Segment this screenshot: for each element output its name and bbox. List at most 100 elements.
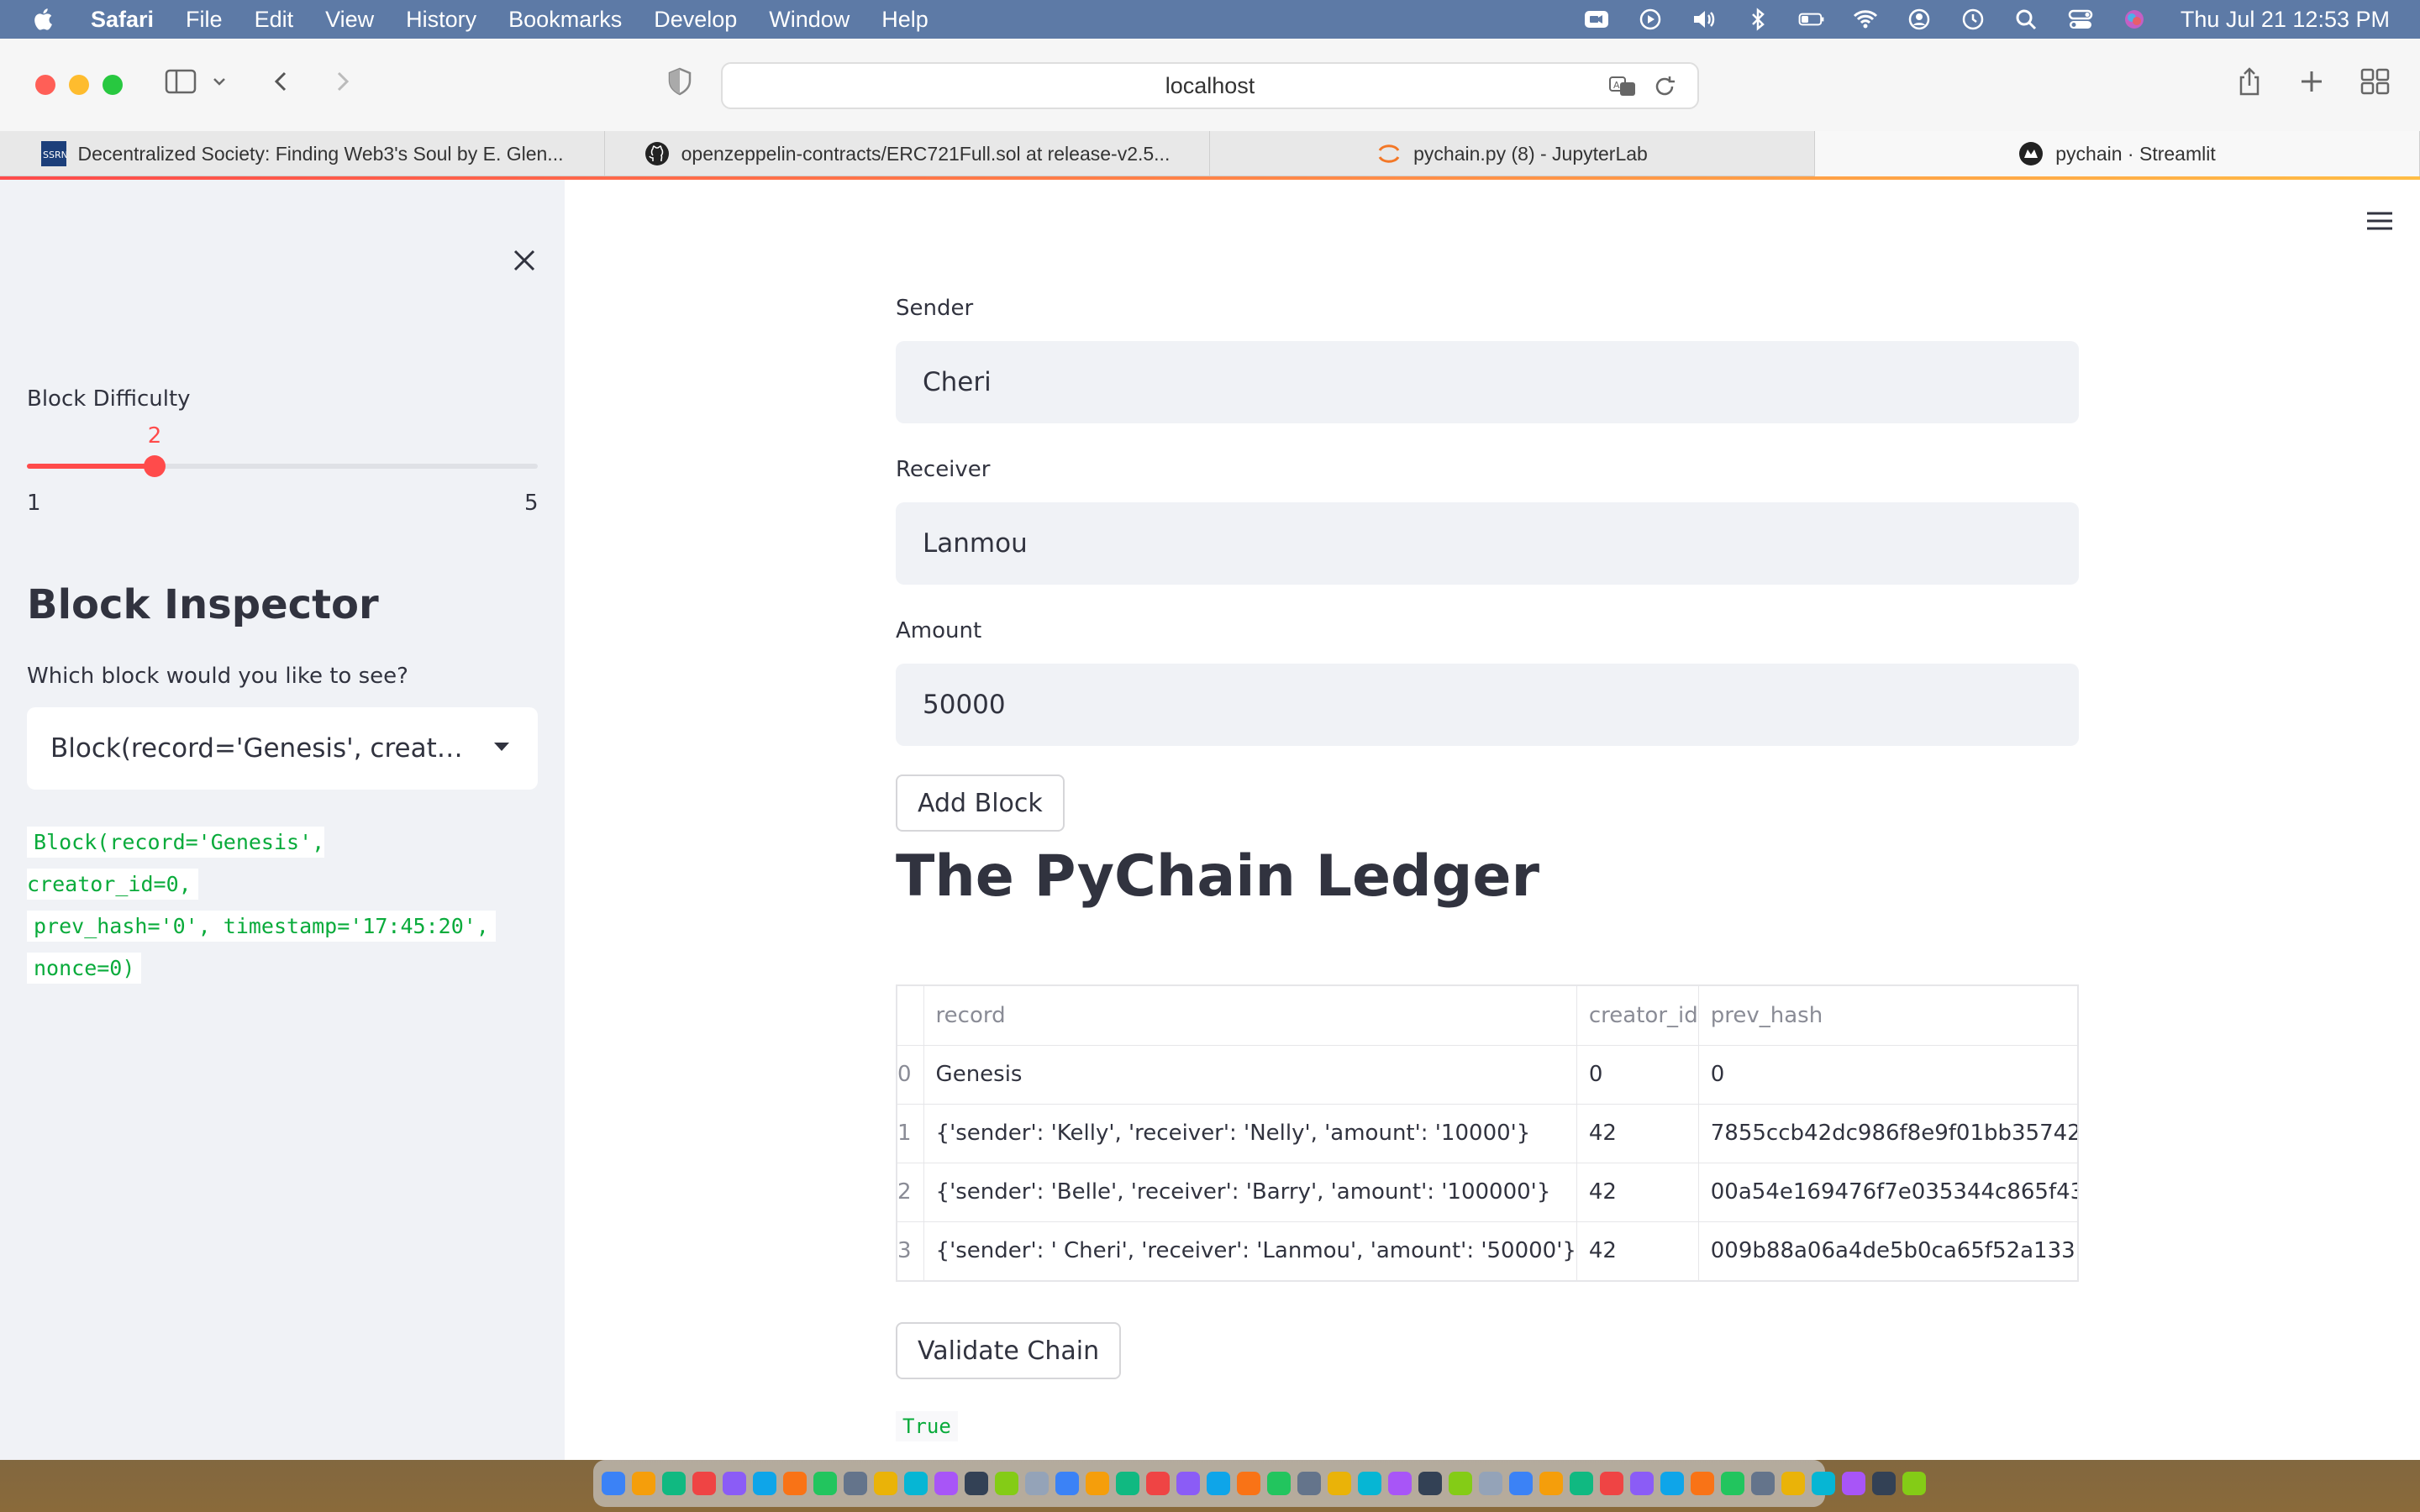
record-cell[interactable]: {'sender': 'Kelly', 'receiver': 'Nelly',… xyxy=(923,1104,1577,1163)
dock-app-icon[interactable] xyxy=(662,1472,686,1495)
menu-history[interactable]: History xyxy=(406,7,476,33)
menu-help[interactable]: Help xyxy=(881,7,929,33)
menu-edit[interactable]: Edit xyxy=(255,7,294,33)
back-arrow-icon[interactable] xyxy=(262,62,301,101)
hamburger-menu-icon[interactable] xyxy=(2365,208,2395,234)
menu-window[interactable]: Window xyxy=(769,7,850,33)
dock-app-icon[interactable] xyxy=(1146,1472,1170,1495)
creator-id-cell[interactable]: 42 xyxy=(1576,1104,1699,1163)
dock-app-icon[interactable] xyxy=(1267,1472,1291,1495)
zoom-icon[interactable] xyxy=(1582,7,1611,32)
user-account-icon[interactable] xyxy=(1905,7,1933,32)
menubar-clock[interactable]: Thu Jul 21 12:53 PM xyxy=(2181,7,2390,33)
creator-id-cell[interactable]: 42 xyxy=(1576,1221,1699,1280)
record-cell[interactable]: {'sender': ' Cheri', 'receiver': 'Lanmou… xyxy=(923,1221,1577,1280)
dock-app-icon[interactable] xyxy=(1660,1472,1684,1495)
column-header-record[interactable]: record xyxy=(923,986,1577,1046)
minimize-window-button[interactable] xyxy=(69,75,89,95)
share-icon[interactable] xyxy=(2230,62,2269,101)
dock-app-icon[interactable] xyxy=(1751,1472,1775,1495)
tab-streamlit[interactable]: pychain · Streamlit xyxy=(1815,131,2420,176)
bluetooth-icon[interactable] xyxy=(1744,7,1772,32)
record-cell[interactable]: {'sender': 'Belle', 'receiver': 'Barry',… xyxy=(923,1163,1577,1222)
dock-app-icon[interactable] xyxy=(753,1472,776,1495)
dock-app-icon[interactable] xyxy=(1479,1472,1502,1495)
dock-app-icon[interactable] xyxy=(1600,1472,1623,1495)
dock-app-icon[interactable] xyxy=(934,1472,958,1495)
dock-app-icon[interactable] xyxy=(1570,1472,1593,1495)
ledger-table[interactable]: record creator_id prev_hash 0 Genesis 0 … xyxy=(896,984,2079,1282)
slider-thumb[interactable] xyxy=(144,455,166,477)
chevron-down-icon[interactable] xyxy=(207,62,232,101)
dock-app-icon[interactable] xyxy=(1086,1472,1109,1495)
volume-icon[interactable] xyxy=(1690,7,1718,32)
dock-app-icon[interactable] xyxy=(995,1472,1018,1495)
dock-app-icon[interactable] xyxy=(965,1472,988,1495)
dock-app-icon[interactable] xyxy=(1328,1472,1351,1495)
dock-app-icon[interactable] xyxy=(904,1472,928,1495)
zoom-window-button[interactable] xyxy=(103,75,123,95)
record-cell[interactable]: Genesis xyxy=(923,1045,1577,1105)
dock-app-icon[interactable] xyxy=(1297,1472,1321,1495)
add-block-button[interactable]: Add Block xyxy=(896,774,1065,832)
dock-app-icon[interactable] xyxy=(844,1472,867,1495)
dock-app-icon[interactable] xyxy=(1509,1472,1533,1495)
dock-app-icon[interactable] xyxy=(813,1472,837,1495)
tab-openzeppelin[interactable]: openzeppelin-contracts/ERC721Full.sol at… xyxy=(605,131,1210,176)
dock-app-icon[interactable] xyxy=(1842,1472,1865,1495)
dock-app-icon[interactable] xyxy=(1237,1472,1260,1495)
tab-jupyterlab[interactable]: pychain.py (8) - JupyterLab xyxy=(1210,131,1815,176)
column-header-prev-hash[interactable]: prev_hash xyxy=(1698,986,2077,1046)
menu-bookmarks[interactable]: Bookmarks xyxy=(508,7,622,33)
dock-app-icon[interactable] xyxy=(1872,1472,1896,1495)
dock-app-icon[interactable] xyxy=(1449,1472,1472,1495)
dock-app-icon[interactable] xyxy=(1207,1472,1230,1495)
address-bar[interactable]: localhost A xyxy=(721,62,1699,109)
spotlight-search-icon[interactable] xyxy=(2012,7,2041,32)
forward-arrow-icon[interactable] xyxy=(323,62,361,101)
creator-id-cell[interactable]: 0 xyxy=(1576,1045,1699,1105)
dock-app-icon[interactable] xyxy=(1691,1472,1714,1495)
prev-hash-cell[interactable]: 0 xyxy=(1698,1045,2077,1105)
tab-decentralized-society[interactable]: SSRN Decentralized Society: Finding Web3… xyxy=(0,131,605,176)
prev-hash-cell[interactable]: 7855ccb42dc986f8e9f01bb357425d9e0e xyxy=(1698,1104,2077,1163)
validate-chain-button[interactable]: Validate Chain xyxy=(896,1322,1122,1379)
dock-app-icon[interactable] xyxy=(1388,1472,1412,1495)
close-sidebar-icon[interactable] xyxy=(508,244,541,277)
dock-app-icon[interactable] xyxy=(1539,1472,1563,1495)
tab-overview-icon[interactable] xyxy=(2356,62,2395,101)
play-icon[interactable] xyxy=(1636,7,1665,32)
menu-view[interactable]: View xyxy=(325,7,374,33)
dock-app-icon[interactable] xyxy=(632,1472,655,1495)
dock-app-icon[interactable] xyxy=(1176,1472,1200,1495)
dock-app-icon[interactable] xyxy=(692,1472,716,1495)
sender-input[interactable] xyxy=(896,341,2079,423)
dock-app-icon[interactable] xyxy=(1812,1472,1835,1495)
dock-app-icon[interactable] xyxy=(783,1472,807,1495)
dock-app-icon[interactable] xyxy=(874,1472,897,1495)
dock-app-icon[interactable] xyxy=(723,1472,746,1495)
amount-input[interactable] xyxy=(896,664,2079,746)
creator-id-cell[interactable]: 42 xyxy=(1576,1163,1699,1222)
dock-app-icon[interactable] xyxy=(1781,1472,1805,1495)
control-center-icon[interactable] xyxy=(2066,7,2095,32)
translate-icon[interactable]: A xyxy=(1608,72,1637,101)
dock-app-icon[interactable] xyxy=(1055,1472,1079,1495)
dock-app-icon[interactable] xyxy=(1902,1472,1926,1495)
difficulty-slider[interactable] xyxy=(27,455,538,477)
prev-hash-cell[interactable]: 00a54e169476f7e035344c865f43c653d8a xyxy=(1698,1163,2077,1222)
column-header-creator-id[interactable]: creator_id xyxy=(1576,986,1699,1046)
block-select[interactable]: Block(record='Genesis', creator_id=... xyxy=(27,707,538,790)
siri-icon[interactable] xyxy=(2120,7,2149,32)
dock-app-icon[interactable] xyxy=(1630,1472,1654,1495)
dock-app-icon[interactable] xyxy=(1418,1472,1442,1495)
dock-app-icon[interactable] xyxy=(1721,1472,1744,1495)
receiver-input[interactable] xyxy=(896,502,2079,585)
sidebar-toggle-icon[interactable] xyxy=(161,62,200,101)
wifi-icon[interactable] xyxy=(1851,7,1880,32)
apple-icon[interactable] xyxy=(32,7,57,32)
privacy-shield-icon[interactable] xyxy=(660,62,699,101)
prev-hash-cell[interactable]: 009b88a06a4de5b0ca65f52a1331e7b16b xyxy=(1698,1221,2077,1280)
time-machine-icon[interactable] xyxy=(1959,7,1987,32)
menu-file[interactable]: File xyxy=(186,7,223,33)
